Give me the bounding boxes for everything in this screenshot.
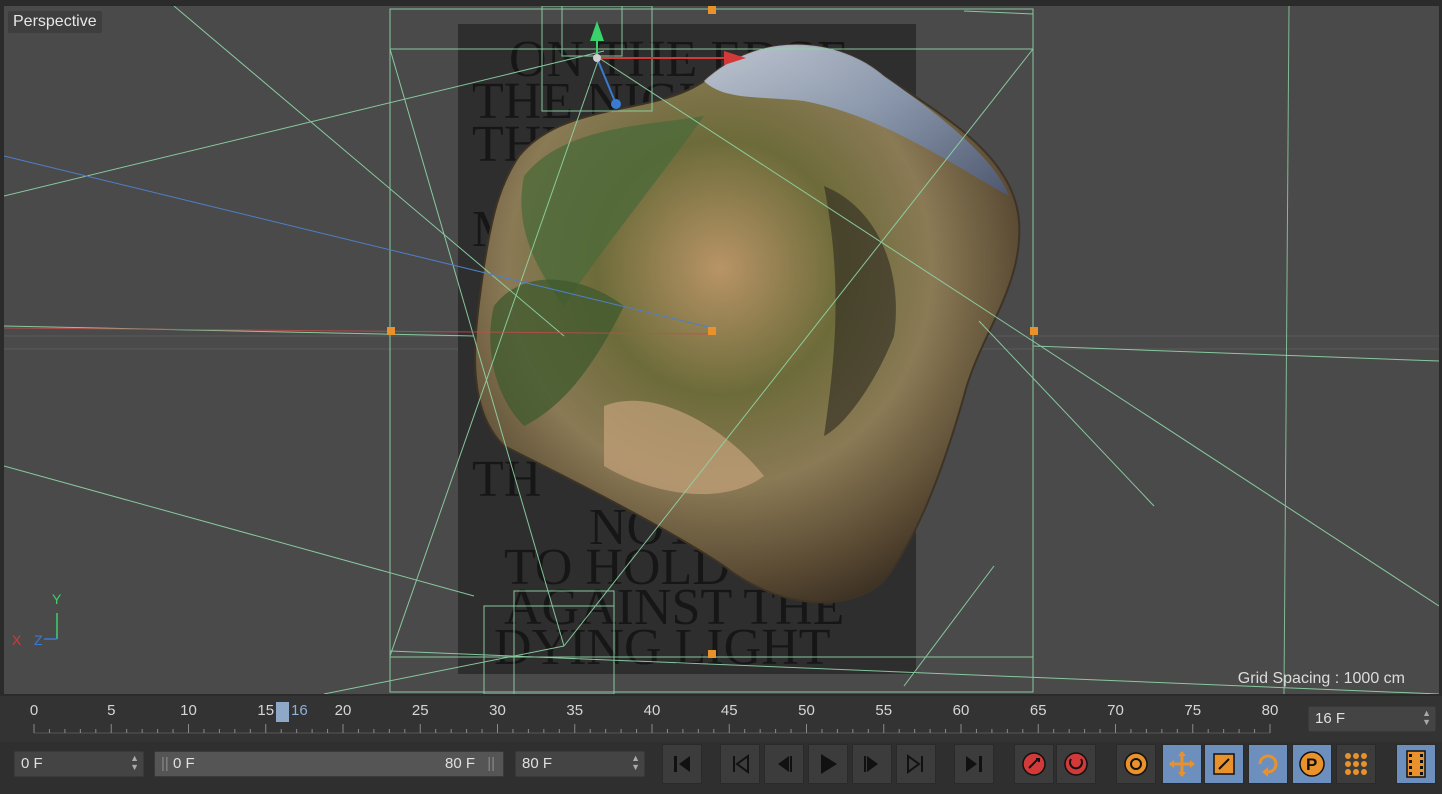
start-frame-value: 0 F <box>21 755 43 772</box>
play-icon <box>821 754 837 774</box>
timeline-tick-label: 60 <box>952 702 970 719</box>
go-to-start-button[interactable] <box>662 744 702 784</box>
timeline-tick-label: 40 <box>643 702 661 719</box>
preview-range-slider[interactable]: || 0 F 80 F || <box>154 751 504 777</box>
timeline-tick-label: 25 <box>411 702 429 719</box>
go-to-previous-key-button[interactable] <box>720 744 760 784</box>
svg-text:P: P <box>1306 755 1317 774</box>
timeline-tick-label: 20 <box>334 702 352 719</box>
current-frame-value: 16 F <box>1315 710 1346 727</box>
param-key-button[interactable]: P <box>1292 744 1332 784</box>
step-back-icon <box>778 756 792 772</box>
timeline-tick-label: 65 <box>1029 702 1047 719</box>
timeline-tick-label: 80 <box>1261 702 1279 719</box>
animation-toolbar: 0 F ▲ ▼ || 0 F 80 F || 80 F ▲ ▼ P <box>0 742 1442 794</box>
timeline-tick-label: 10 <box>180 702 197 719</box>
range-end-value: 80 F <box>444 755 475 772</box>
go-to-end-icon <box>966 756 982 772</box>
keyframe-settings-button[interactable] <box>1116 744 1156 784</box>
timeline-window-icon <box>1406 750 1426 778</box>
timeline-tick-label: 35 <box>566 702 584 719</box>
timeline-tick-label: 5 <box>107 702 116 719</box>
range-start-value: 0 F <box>172 755 195 772</box>
play-button[interactable] <box>808 744 848 784</box>
scene-canvas: ON THE EDGE THE NIGHT THE M TH NOT TO HO… <box>4 6 1439 694</box>
move-key-icon <box>1169 751 1195 777</box>
axis-y-label: Y <box>52 591 62 607</box>
go-to-previous-key-icon <box>733 754 749 774</box>
viewport-title[interactable]: Perspective <box>8 11 102 33</box>
timeline-tick-label: 30 <box>489 702 506 719</box>
autokey-button[interactable] <box>1056 744 1096 784</box>
timeline-tick-label: 15 <box>257 702 275 719</box>
timeline-tick-label: 0 <box>29 702 39 719</box>
end-spinner-icon[interactable]: ▲ ▼ <box>631 754 640 772</box>
record-button[interactable] <box>1014 744 1054 784</box>
step-forward-icon <box>864 756 878 772</box>
timeline-ticks <box>33 724 1271 734</box>
step-back-button[interactable] <box>764 744 804 784</box>
current-frame-field[interactable]: 16 F ▲ ▼ <box>1308 706 1436 732</box>
go-to-start-icon <box>674 756 690 772</box>
point-level-button[interactable] <box>1336 744 1376 784</box>
step-forward-button[interactable] <box>852 744 892 784</box>
scale-key-button[interactable] <box>1204 744 1244 784</box>
timeline-tick-label: 70 <box>1107 702 1124 719</box>
point-level-icon <box>1345 753 1367 775</box>
timeline-ruler[interactable]: 0 5 10 15 20 25 30 35 40 45 50 55 60 65 70 75 80 16 16 F… <box>0 696 1442 742</box>
timeline-window-button[interactable] <box>1396 744 1436 784</box>
end-frame-field[interactable]: 80 F ▲ ▼ <box>515 751 645 777</box>
timeline-tick-label: 50 <box>798 702 815 719</box>
param-key-icon: P <box>1299 751 1325 777</box>
timeline-tick-label: 75 <box>1184 702 1202 719</box>
go-to-end-button[interactable] <box>954 744 994 784</box>
axis-x-label: X <box>12 632 22 648</box>
timeline-tick-label: 45 <box>720 702 738 719</box>
playhead[interactable] <box>276 702 289 722</box>
autokey-icon <box>1064 752 1088 776</box>
axis-z-label: Z <box>34 632 43 648</box>
axis-indicator <box>44 613 58 640</box>
rotate-key-button[interactable] <box>1248 744 1288 784</box>
3d-viewport[interactable]: ON THE EDGE THE NIGHT THE M TH NOT TO HO… <box>3 5 1440 695</box>
record-icon <box>1022 752 1046 776</box>
start-frame-field[interactable]: 0 F ▲ ▼ <box>14 751 144 777</box>
rotate-key-icon <box>1258 754 1278 777</box>
end-frame-value: 80 F <box>522 755 553 772</box>
grid-spacing-label: Grid Spacing : 1000 cm <box>1237 670 1405 687</box>
scale-key-icon <box>1213 753 1235 775</box>
move-key-button[interactable] <box>1162 744 1202 784</box>
timeline-tick-label: 55 <box>875 702 893 719</box>
go-to-next-key-button[interactable] <box>896 744 936 784</box>
current-frame-label: 16 <box>291 702 308 719</box>
keyframe-settings-icon <box>1124 752 1148 776</box>
start-spinner-icon[interactable]: ▲ ▼ <box>130 754 139 772</box>
go-to-next-key-icon <box>907 754 923 774</box>
frame-spinner-icon[interactable]: ▲ ▼ <box>1422 709 1431 727</box>
